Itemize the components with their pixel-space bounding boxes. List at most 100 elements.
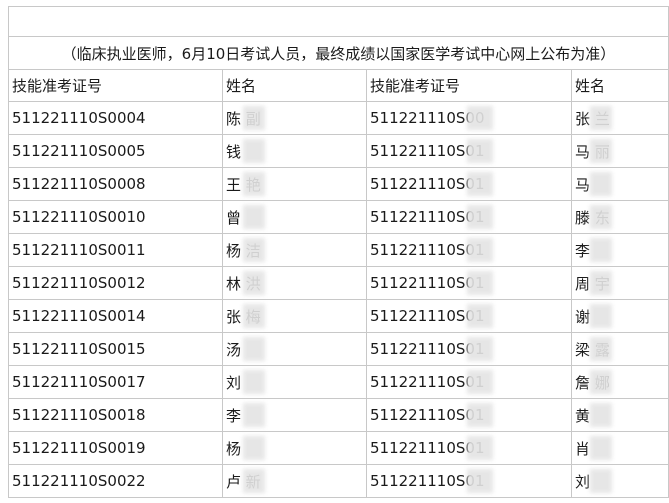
id-cell: 511221110S0017 <box>8 365 223 399</box>
privacy-blur <box>590 436 612 460</box>
privacy-blur <box>467 238 493 262</box>
privacy-blur <box>590 403 612 427</box>
privacy-blur <box>467 337 493 361</box>
privacy-blur <box>243 106 265 130</box>
privacy-blur <box>467 403 493 427</box>
note-cell: （临床执业医师，6月10日考试人员，最终成绩以国家医学考试中心网上公布为准） <box>8 36 669 70</box>
privacy-blur <box>243 172 265 196</box>
name-cell: 卢 新 <box>222 464 367 498</box>
privacy-blur <box>243 403 265 427</box>
privacy-blur <box>467 469 493 493</box>
privacy-blur <box>467 271 493 295</box>
id-cell: 511221110S01 <box>366 134 572 168</box>
candidate-table: （临床执业医师，6月10日考试人员，最终成绩以国家医学考试中心网上公布为准） 技… <box>8 6 669 498</box>
privacy-blur <box>590 106 612 130</box>
name-cell: 梁 露 <box>571 332 669 366</box>
table-row: 511221110S0022卢 新511221110S01刘 <box>8 464 669 498</box>
header-id-1: 技能准考证号 <box>8 69 223 102</box>
id-cell: 511221110S0005 <box>8 134 223 168</box>
name-cell: 李 <box>222 398 367 432</box>
privacy-blur <box>467 436 493 460</box>
name-cell: 马 <box>571 167 669 201</box>
privacy-blur <box>590 172 612 196</box>
privacy-blur <box>243 139 265 163</box>
id-cell: 511221110S01 <box>366 464 572 498</box>
id-cell: 511221110S0019 <box>8 431 223 465</box>
privacy-blur <box>467 370 493 394</box>
id-cell: 511221110S01 <box>366 365 572 399</box>
name-cell: 谢 <box>571 299 669 333</box>
name-cell: 王 艳 <box>222 167 367 201</box>
blank-row <box>8 6 669 37</box>
name-cell: 钱 <box>222 134 367 168</box>
table-row: 511221110S0018 李 511221110S01 黄 <box>8 398 669 432</box>
privacy-blur <box>590 271 612 295</box>
table-row: 511221110S0017刘511221110S01詹 娜 <box>8 365 669 399</box>
table-row: 511221110S0012林 洪511221110S01周 宇 <box>8 266 669 300</box>
name-cell: 曾 <box>222 200 367 234</box>
id-cell: 511221110S0012 <box>8 266 223 300</box>
table-row: 511221110S0010曾511221110S01滕 东 <box>8 200 669 234</box>
name-cell: 刘 <box>222 365 367 399</box>
name-cell: 陈 副 <box>222 101 367 135</box>
table-row: 511221110S0004陈 副511221110S00张 兰 <box>8 101 669 135</box>
privacy-blur <box>590 370 612 394</box>
note-row: （临床执业医师，6月10日考试人员，最终成绩以国家医学考试中心网上公布为准） <box>8 36 669 70</box>
name-cell: 杨 <box>222 431 367 465</box>
privacy-blur <box>243 469 265 493</box>
id-cell: 511221110S01 <box>366 233 572 267</box>
id-cell: 511221110S0011 <box>8 233 223 267</box>
table-row: 511221110S0015汤511221110S01梁 露 <box>8 332 669 366</box>
id-cell: 511221110S0015 <box>8 332 223 366</box>
id-cell: 511221110S0022 <box>8 464 223 498</box>
name-cell: 詹 娜 <box>571 365 669 399</box>
id-cell: 511221110S0010 <box>8 200 223 234</box>
id-cell: 511221110S0014 <box>8 299 223 333</box>
privacy-blur <box>590 469 612 493</box>
name-cell: 周 宇 <box>571 266 669 300</box>
privacy-blur <box>467 106 493 130</box>
privacy-blur <box>243 436 265 460</box>
table-row: 511221110S0019 杨 511221110S01 肖 <box>8 431 669 465</box>
spreadsheet: （临床执业医师，6月10日考试人员，最终成绩以国家医学考试中心网上公布为准） 技… <box>0 0 669 503</box>
table-row: 511221110S0005钱511221110S01马 丽 <box>8 134 669 168</box>
id-cell: 511221110S0008 <box>8 167 223 201</box>
header-id-2: 技能准考证号 <box>366 69 572 102</box>
header-name-2: 姓名 <box>571 69 669 102</box>
id-cell: 511221110S01 <box>366 200 572 234</box>
table-row: 511221110S0008王 艳511221110S01马 <box>8 167 669 201</box>
name-cell: 马 丽 <box>571 134 669 168</box>
privacy-blur <box>590 139 612 163</box>
header-name-1: 姓名 <box>222 69 367 102</box>
privacy-blur <box>243 238 265 262</box>
name-cell: 林 洪 <box>222 266 367 300</box>
id-cell: 511221110S01 <box>366 332 572 366</box>
id-cell: 511221110S0018 <box>8 398 223 432</box>
id-cell: 511221110S01 <box>366 299 572 333</box>
privacy-blur <box>467 304 493 328</box>
name-cell: 滕 东 <box>571 200 669 234</box>
privacy-blur <box>590 205 612 229</box>
privacy-blur <box>467 172 493 196</box>
privacy-blur <box>243 304 265 328</box>
table-row: 511221110S0014张 梅511221110S01谢 <box>8 299 669 333</box>
privacy-blur <box>243 205 265 229</box>
privacy-blur <box>590 337 612 361</box>
id-cell: 511221110S01 <box>366 167 572 201</box>
name-cell: 汤 <box>222 332 367 366</box>
id-cell: 511221110S01 <box>366 431 572 465</box>
id-cell: 511221110S01 <box>366 398 572 432</box>
name-cell: 黄 <box>571 398 669 432</box>
privacy-blur <box>590 304 612 328</box>
name-cell: 张 兰 <box>571 101 669 135</box>
privacy-blur <box>243 370 265 394</box>
table-row: 511221110S0011杨 洁511221110S01李 <box>8 233 669 267</box>
blank-cell <box>8 6 669 37</box>
id-cell: 511221110S0004 <box>8 101 223 135</box>
header-row: 技能准考证号 姓名 技能准考证号 姓名 <box>8 69 669 102</box>
privacy-blur <box>467 205 493 229</box>
privacy-blur <box>243 337 265 361</box>
privacy-blur <box>590 238 612 262</box>
name-cell: 杨 洁 <box>222 233 367 267</box>
id-cell: 511221110S01 <box>366 266 572 300</box>
